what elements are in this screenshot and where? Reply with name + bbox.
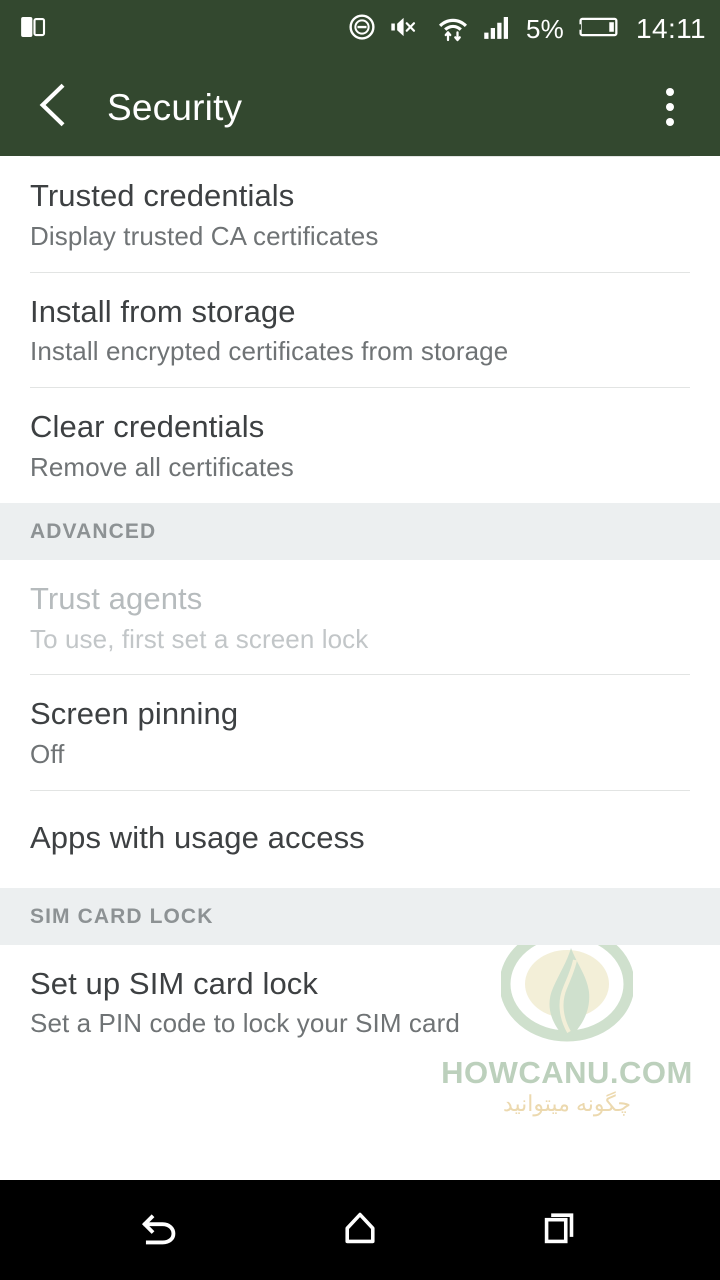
section-header-label: ADVANCED — [30, 519, 157, 543]
phone-screen: 5% 14:11 Security HOWCANU.COM چگونه میتو… — [0, 0, 720, 1280]
status-bar-clock: 14:11 — [636, 13, 706, 44]
section-header-advanced: ADVANCED — [0, 502, 720, 560]
nav-back-button[interactable] — [115, 1190, 205, 1270]
recent-apps-icon — [537, 1205, 583, 1256]
page-title: Security — [107, 86, 243, 128]
overflow-menu-icon — [666, 88, 674, 96]
list-item-trust-agents: Trust agents To use, first set a screen … — [0, 560, 720, 675]
list-item-subtitle: Display trusted CA certificates — [30, 220, 379, 251]
wifi-transfer-icon — [436, 12, 470, 47]
back-button[interactable] — [26, 80, 80, 134]
list-item-subtitle: Set a PIN code to lock your SIM card — [30, 1008, 460, 1039]
battery-percent-label: 5% — [526, 14, 564, 44]
overflow-menu-button[interactable] — [642, 77, 698, 137]
list-item-trusted-credentials[interactable]: Trusted credentials Display trusted CA c… — [0, 157, 720, 272]
list-item-title: Apps with usage access — [30, 820, 365, 856]
list-item-clear-credentials[interactable]: Clear credentials Remove all certificate… — [0, 388, 720, 503]
list-item-subtitle: Remove all certificates — [30, 451, 294, 482]
chevron-left-icon — [33, 83, 73, 132]
list-item-title: Set up SIM card lock — [30, 965, 319, 1001]
watermark-brand: HOWCANU.COM — [441, 1055, 693, 1090]
list-item-title: Screen pinning — [30, 696, 239, 732]
home-icon — [337, 1205, 383, 1256]
list-item-screen-pinning[interactable]: Screen pinning Off — [0, 675, 720, 790]
section-header-sim-card-lock: SIM CARD LOCK — [0, 887, 720, 945]
list-item-set-up-sim-card-lock[interactable]: Set up SIM card lock Set a PIN code to l… — [0, 945, 720, 1060]
list-item-title: Trust agents — [30, 580, 203, 616]
status-bar-left-icons — [18, 12, 48, 47]
nav-recents-button[interactable] — [515, 1190, 605, 1270]
action-bar: Security — [0, 58, 720, 156]
list-item-title: Trusted credentials — [30, 178, 295, 213]
status-bar-right-icons: 5% 14:11 — [347, 12, 706, 47]
battery-low-icon — [577, 14, 621, 45]
list-item-install-from-storage[interactable]: Install from storage Install encrypted c… — [0, 273, 720, 388]
list-item-title: Clear credentials — [30, 409, 265, 445]
section-header-label: SIM CARD LOCK — [30, 904, 214, 928]
list-item-subtitle: Install encrypted certificates from stor… — [30, 336, 509, 367]
overflow-menu-icon-dot-2 — [666, 103, 674, 111]
list-item-subtitle: To use, first set a screen lock — [30, 623, 369, 654]
back-arrow-icon — [137, 1205, 183, 1256]
nav-home-button[interactable] — [315, 1190, 405, 1270]
cellular-signal-icon — [483, 13, 513, 46]
overflow-menu-icon-dot-3 — [666, 118, 674, 126]
list-item-title: Install from storage — [30, 293, 296, 329]
settings-list[interactable]: HOWCANU.COM چگونه میتوانید Trusted crede… — [0, 156, 720, 1180]
screenshot-capture-icon — [18, 12, 48, 47]
watermark-subtitle: چگونه میتوانید — [503, 1091, 631, 1116]
volume-muted-icon — [390, 13, 423, 46]
list-item-apps-with-usage-access[interactable]: Apps with usage access — [0, 791, 720, 888]
list-item-subtitle: Off — [30, 739, 65, 770]
status-bar: 5% 14:11 — [0, 0, 720, 58]
navigation-bar — [0, 1180, 720, 1280]
do-not-disturb-icon — [347, 12, 377, 47]
